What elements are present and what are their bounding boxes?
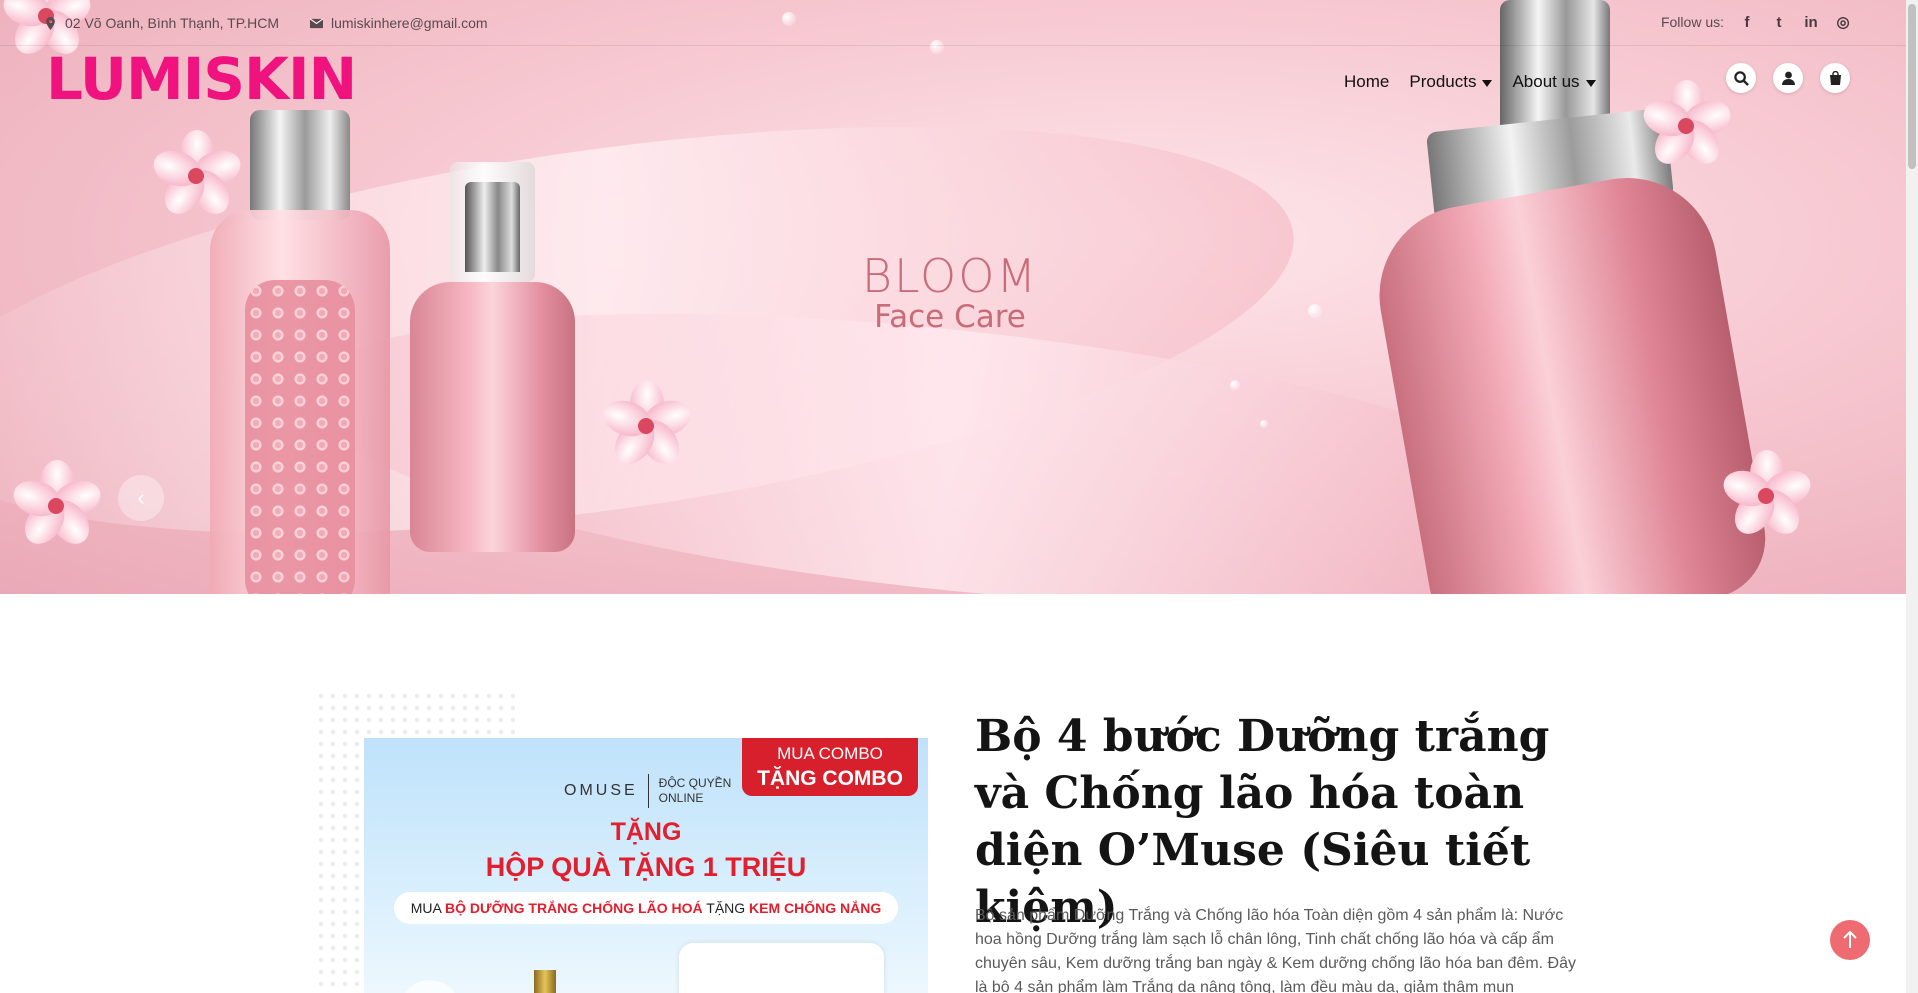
social-links: Follow us: f t in ◎ (1660, 13, 1852, 32)
search-icon (1733, 70, 1749, 86)
arrow-up-icon (1843, 931, 1857, 948)
scrollbar-thumb[interactable] (1908, 4, 1916, 169)
facebook-icon[interactable]: f (1738, 14, 1756, 31)
combo-badge: MUA COMBO TẶNG COMBO (742, 738, 918, 796)
flower (1638, 80, 1736, 172)
top-bar: 02 Võ Oanh, Bình Thạnh, TP.HCM lumiskinh… (0, 0, 1906, 46)
nav-products[interactable]: Products (1409, 72, 1493, 92)
exclusive-line1: ĐỘC QUYỀN (658, 776, 732, 790)
user-icon (1781, 71, 1795, 85)
product-tube (534, 970, 556, 993)
chevron-down-icon (1482, 79, 1493, 87)
band-product: BỘ DƯỠNG TRẮNG CHỐNG LÃO HOÁ (444, 900, 703, 916)
product-jar (400, 980, 460, 993)
nav-home-label: Home (1344, 72, 1390, 91)
hero-title-sub: Face Care (874, 299, 1026, 335)
exclusive-label: ĐỘC QUYỀN ONLINE (659, 776, 732, 806)
offer-band: MUA BỘ DƯỠNG TRẮNG CHỐNG LÃO HOÁ TẶNG KE… (394, 892, 898, 924)
cart-button[interactable] (1820, 63, 1850, 93)
bubble (1230, 380, 1240, 390)
badge-line1: MUA COMBO (777, 744, 883, 763)
gift-line2: HỘP QUÀ TẶNG 1 TRIỆU (485, 852, 807, 882)
header-actions (1726, 63, 1850, 93)
product-title: Bộ 4 bước Dưỡng trắng và Chống lão hóa t… (975, 711, 1550, 933)
bag-icon (1829, 71, 1841, 85)
envelope-icon (310, 17, 323, 28)
search-button[interactable] (1726, 63, 1756, 93)
product-description: Bộ sản phẩm Dưỡng Trắng và Chống lão hóa… (975, 907, 1576, 993)
gift-line1: TẶNG (610, 818, 682, 846)
main-nav: Home Products About us (1344, 72, 1596, 92)
slider-prev-button[interactable]: ‹ (118, 475, 164, 521)
band-buy: MUA (410, 900, 442, 916)
band-gift: KEM CHỐNG NẮNG (749, 900, 882, 916)
nav-products-label: Products (1409, 72, 1477, 91)
chevron-left-icon: ‹ (137, 485, 145, 510)
back-to-top-button[interactable] (1830, 920, 1870, 960)
flower (148, 130, 246, 222)
address-info: 02 Võ Oanh, Bình Thạnh, TP.HCM (44, 15, 279, 31)
brand-name: OMUSE (564, 782, 638, 799)
nav-about-label: About us (1512, 72, 1580, 91)
nav-home[interactable]: Home (1344, 72, 1389, 92)
pump-bottle (410, 162, 575, 562)
gift-box (679, 943, 884, 993)
address-text: 02 Võ Oanh, Bình Thạnh, TP.HCM (65, 15, 280, 31)
email-text: lumiskinhere@gmail.com (331, 15, 488, 31)
hero-title: BLOOM Face Care (820, 252, 1080, 334)
follow-label: Follow us: (1660, 14, 1724, 30)
band-give: TẶNG (706, 900, 746, 916)
flower (598, 380, 696, 472)
map-marker-icon (46, 16, 55, 30)
badge-line2: TẶNG COMBO (757, 767, 903, 790)
brand-block: OMUSE ĐỘC QUYỀN ONLINE (564, 774, 731, 808)
product-image[interactable]: MUA COMBO TẶNG COMBO OMUSE ĐỘC QUYỀN ONL… (364, 738, 928, 993)
site-logo[interactable]: LUMISKIN (46, 46, 357, 112)
divider (647, 774, 649, 808)
chevron-down-icon (1585, 79, 1596, 87)
flower (1718, 450, 1816, 542)
flower (8, 460, 106, 552)
account-button[interactable] (1773, 63, 1803, 93)
page-scrollbar[interactable] (1906, 0, 1918, 993)
hero-title-main: BLOOM (861, 249, 1039, 303)
bubble (1260, 420, 1268, 428)
linkedin-icon[interactable]: in (1802, 14, 1820, 31)
nav-about[interactable]: About us (1512, 72, 1596, 92)
exclusive-line2: ONLINE (658, 791, 704, 805)
twitter-icon[interactable]: t (1770, 14, 1788, 31)
email-info[interactable]: lumiskinhere@gmail.com (310, 15, 488, 31)
bubble (1308, 304, 1322, 318)
instagram-icon[interactable]: ◎ (1834, 13, 1852, 31)
